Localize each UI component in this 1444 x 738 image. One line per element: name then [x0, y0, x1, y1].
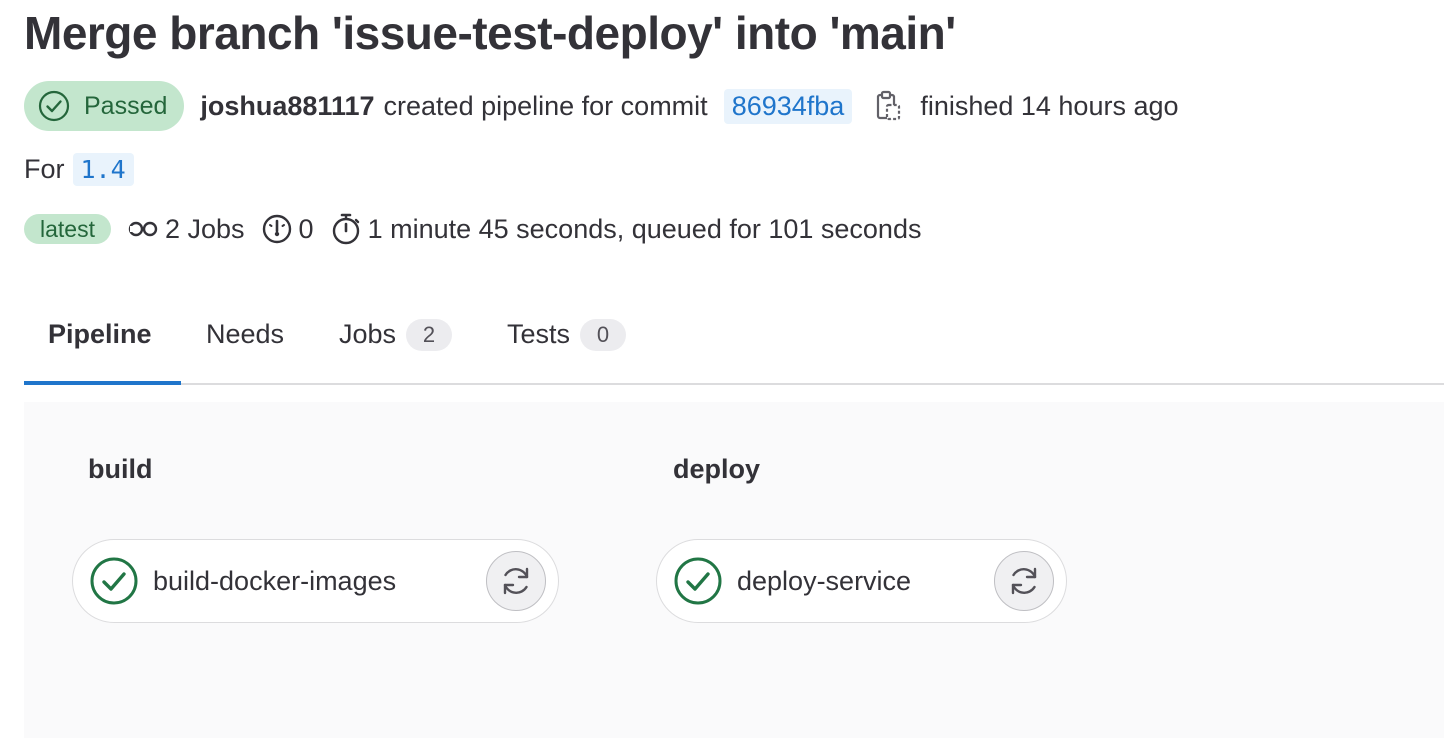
copy-sha-button[interactable]: [876, 90, 902, 122]
tab-tests[interactable]: Tests 0: [507, 300, 627, 383]
tab-tests-count: 0: [580, 318, 627, 351]
pipeline-tabs: Pipeline Needs Jobs 2 Tests 0: [24, 300, 1444, 385]
job-deploy-service[interactable]: deploy-service: [656, 539, 1067, 623]
status-success-icon: [90, 557, 138, 605]
dependency-stat: 0: [261, 213, 314, 245]
stage-title-deploy: deploy: [673, 454, 761, 484]
page-title: Merge branch 'issue-test-deploy' into 'm…: [24, 7, 956, 59]
jobs-stat: 2 Jobs: [127, 214, 245, 245]
finished-time: finished 14 hours ago: [920, 90, 1179, 121]
tab-pipeline[interactable]: Pipeline: [24, 300, 181, 385]
retry-icon: [503, 567, 529, 595]
pipeline-meta: Passed joshua881117 created pipeline for…: [24, 81, 1179, 131]
tab-needs-label: Needs: [206, 319, 285, 349]
pipeline-page: Merge branch 'issue-test-deploy' into 'm…: [0, 0, 1444, 738]
tab-jobs[interactable]: Jobs 2: [339, 300, 453, 383]
dependency-count: 0: [298, 213, 314, 244]
latest-badge: latest: [24, 214, 111, 244]
jobs-count-text: 2 Jobs: [164, 213, 245, 244]
tab-jobs-label: Jobs: [339, 319, 397, 349]
job-name: build-docker-images: [153, 565, 397, 596]
tab-needs[interactable]: Needs: [206, 300, 284, 383]
tab-tests-label: Tests: [507, 319, 571, 349]
pipeline-graph: build build-docker-images deploy deploy-…: [24, 402, 1444, 738]
ref-prefix: For: [24, 153, 65, 184]
status-success-icon: [38, 90, 70, 122]
ref-link[interactable]: 1.4: [72, 152, 134, 186]
pipeline-stats: latest 2 Jobs 0 1 minute 45 seconds, que…: [24, 210, 921, 248]
tab-pipeline-label: Pipeline: [48, 319, 152, 349]
status-badge[interactable]: Passed: [24, 81, 185, 131]
duration-stat: 1 minute 45 seconds, queued for 101 seco…: [330, 212, 922, 246]
action-text: created pipeline for commit: [383, 90, 708, 121]
username-link[interactable]: joshua881117: [200, 91, 374, 122]
duration-text: 1 minute 45 seconds, queued for 101 seco…: [367, 213, 922, 244]
job-status-success-icon: [89, 556, 139, 606]
copy-to-clipboard-icon: [877, 90, 901, 121]
pipeline-jobs-icon: [128, 221, 158, 237]
timer-icon: [262, 214, 291, 244]
retry-icon: [1011, 567, 1037, 595]
commit-sha-link[interactable]: 86934fba: [723, 88, 853, 124]
job-name: deploy-service: [737, 565, 912, 596]
ref-row: For 1.4: [24, 150, 134, 188]
stopwatch-icon: [332, 213, 359, 245]
job-build-docker-images[interactable]: build-docker-images: [72, 539, 559, 623]
status-success-icon: [674, 557, 722, 605]
status-label: Passed: [84, 91, 168, 120]
tab-jobs-count: 2: [406, 318, 453, 351]
job-status-success-icon: [673, 556, 723, 606]
retry-job-button[interactable]: [994, 551, 1054, 611]
retry-job-button[interactable]: [486, 551, 546, 611]
stage-title-build: build: [88, 454, 153, 484]
